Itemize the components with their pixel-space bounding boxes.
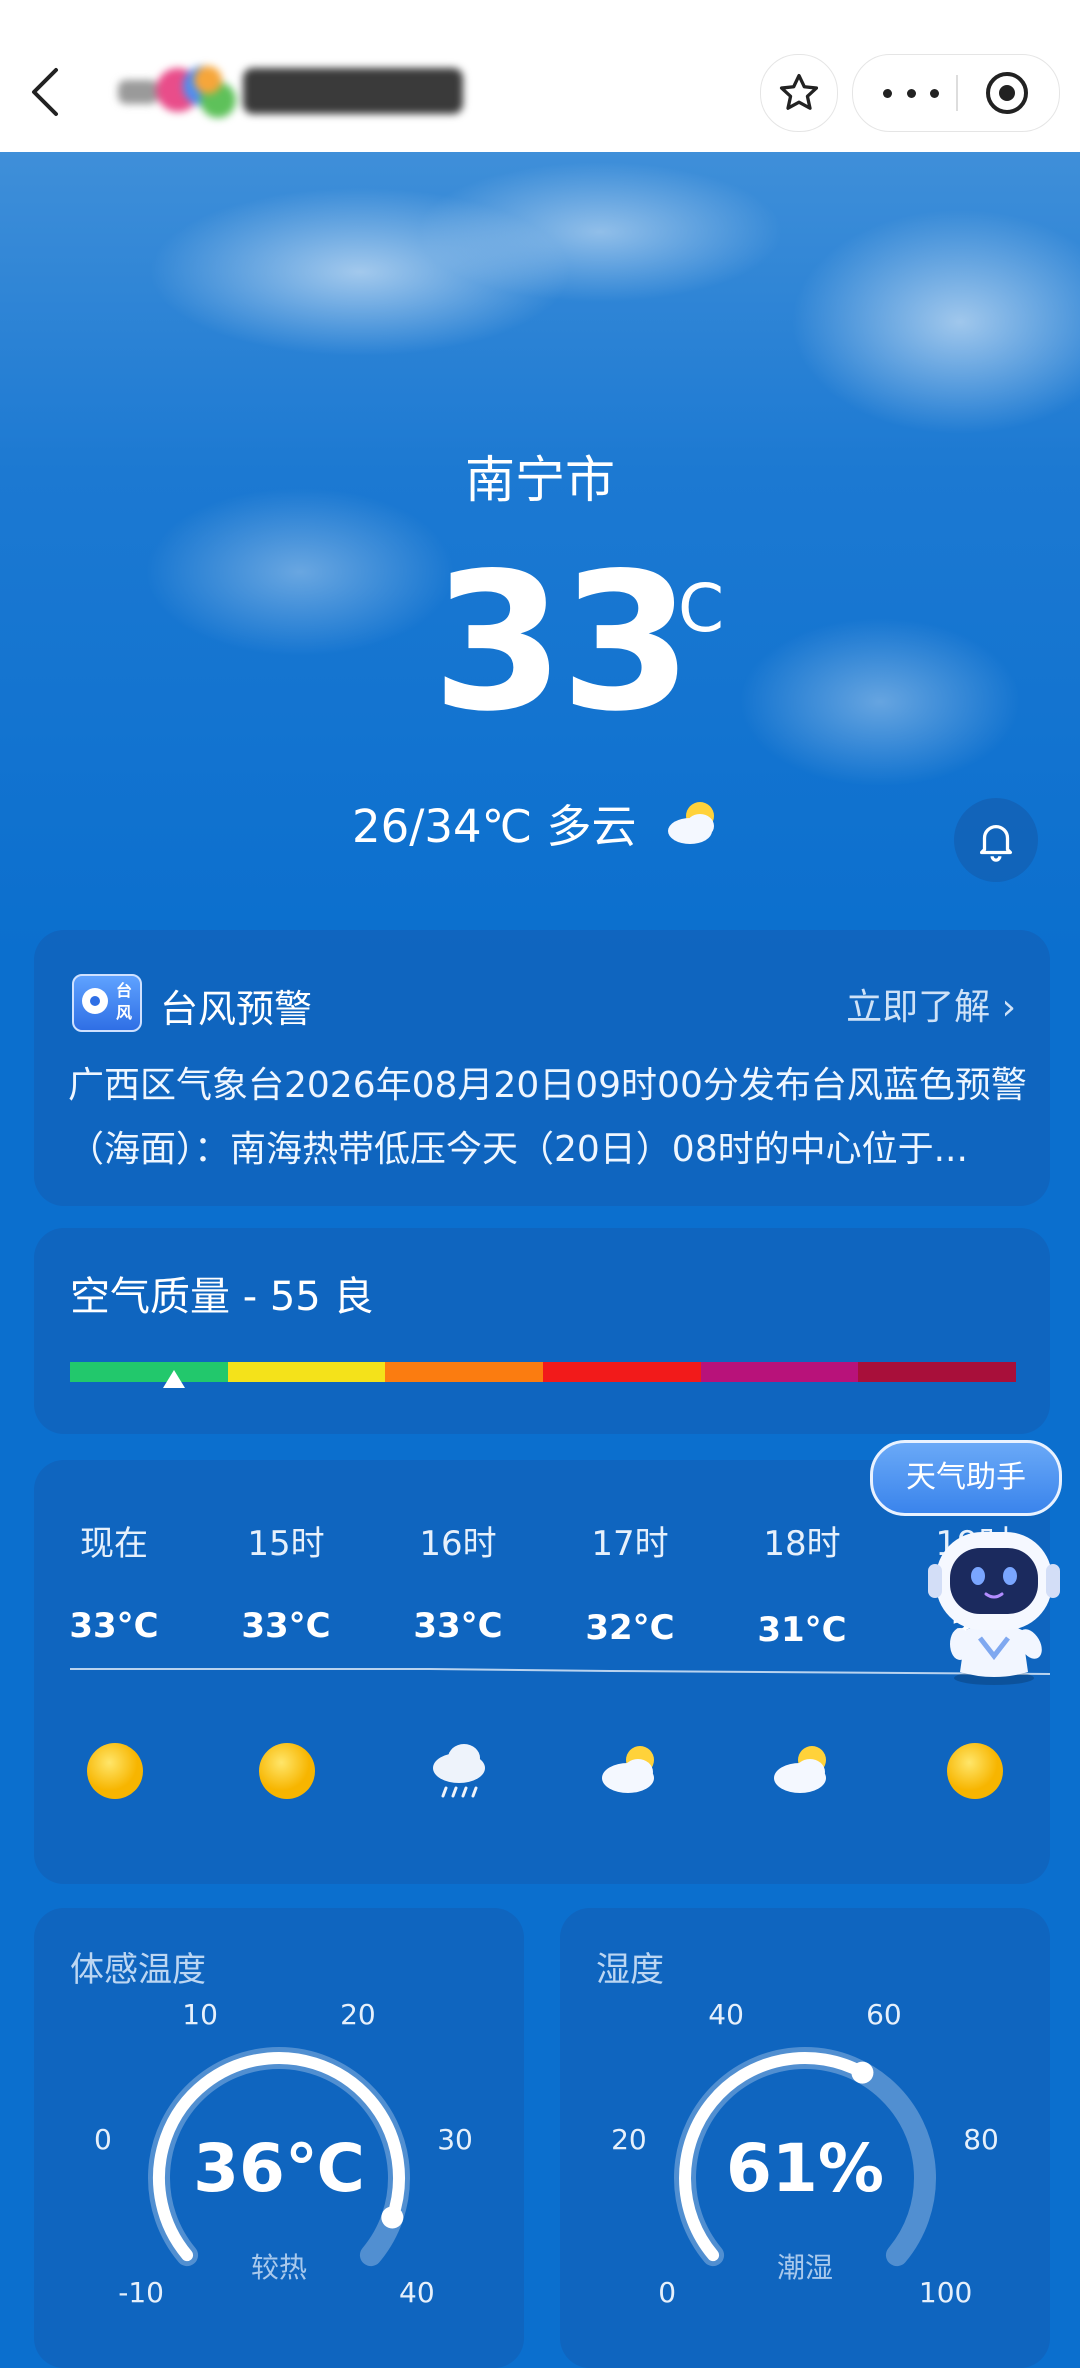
temperature-unit: °C: [645, 570, 725, 647]
aqi-segment: [543, 1362, 701, 1382]
humidity-card[interactable]: 湿度 61% 潮湿 0 20 40 60 80 100: [560, 1908, 1050, 2368]
gauge-tick-label: 100: [918, 2275, 973, 2309]
app-logo-icon: [118, 60, 468, 120]
gauge-tick-label: 80: [963, 2122, 999, 2156]
typhoon-warning-card[interactable]: 台风 台风预警 立即了解 › 广西区气象台2026年08月20日09时00分发布…: [34, 930, 1050, 1206]
gauge-tick-label: 20: [611, 2122, 647, 2156]
aqi-segment: [858, 1362, 1017, 1382]
hourly-temp: 32°C: [585, 1608, 675, 1648]
hourly-temp: 33°C: [69, 1606, 159, 1646]
hourly-time: 15时: [247, 1524, 325, 1564]
temperature-trend-line: [70, 1668, 1050, 1675]
gauge-tick-label: 40: [708, 1998, 744, 2032]
sun-icon: [84, 1740, 146, 1802]
gauge-knob: [851, 2061, 874, 2084]
air-quality-title: 空气质量 - 55 良: [70, 1274, 374, 1320]
air-quality-card[interactable]: 空气质量 - 55 良: [34, 1228, 1050, 1434]
more-icon[interactable]: [883, 75, 939, 111]
mini-program-capsule: [852, 54, 1060, 132]
aqi-segment: [70, 1362, 228, 1382]
gauge-tick-label: 30: [437, 2122, 473, 2156]
rain-cloud-icon: [428, 1740, 490, 1802]
capsule-divider: [956, 75, 958, 111]
robot-assistant-icon[interactable]: [920, 1518, 1062, 1688]
hourly-time: 现在: [80, 1524, 148, 1564]
gauge-tick-label: 10: [182, 1998, 218, 2032]
feels-like-card[interactable]: 体感温度 36℃ 较热 -10 0 10 20 30 40: [34, 1908, 524, 2368]
temperature-range: 26/34℃ 多云: [352, 800, 637, 853]
favorite-button[interactable]: [760, 54, 838, 132]
hourly-time: 16时: [419, 1524, 497, 1564]
hourly-temp: 33°C: [241, 1606, 331, 1646]
aqi-segment: [385, 1362, 544, 1382]
top-bar: [0, 0, 1080, 152]
feels-like-status: 较热: [250, 2251, 307, 2284]
hourly-temp: 31°C: [757, 1610, 847, 1650]
hourly-time: 17时: [591, 1524, 669, 1564]
sun-icon: [944, 1740, 1006, 1802]
gauge-tick-label: 20: [340, 1998, 376, 2032]
gauge-tick-label: 0: [94, 2122, 112, 2156]
back-icon[interactable]: [26, 64, 66, 120]
star-icon: [779, 73, 819, 110]
partly-cloudy-icon: [772, 1740, 834, 1802]
gauge-tick-label: 40: [399, 2275, 435, 2309]
air-quality-scale: [70, 1362, 1017, 1382]
sun-icon: [256, 1740, 318, 1802]
aqi-segment: [700, 1362, 859, 1382]
air-quality-marker: [163, 1370, 186, 1388]
gauge-knob: [381, 2206, 404, 2229]
app-title: [118, 60, 468, 120]
typhoon-badge-icon: 台风: [72, 974, 142, 1032]
hourly-time: 18时: [763, 1524, 841, 1564]
partly-cloudy-icon: [600, 1740, 662, 1802]
gauge-tick-label: 60: [866, 1998, 902, 2032]
aqi-segment: [227, 1362, 386, 1382]
close-target-icon[interactable]: [985, 71, 1029, 115]
weather-assistant-button[interactable]: 天气助手: [870, 1440, 1062, 1516]
gauge-tick-label: 0: [658, 2275, 677, 2309]
humidity-status: 潮湿: [776, 2251, 833, 2284]
warning-title: 台风预警: [160, 987, 313, 1031]
warning-text: 广西区气象台2026年08月20日09时00分发布台风蓝色预警（海面）：南海热带…: [68, 1065, 1027, 1170]
alert-bell-button[interactable]: [954, 798, 1038, 882]
partly-cloudy-icon: [664, 798, 722, 846]
city-name: 南宁市: [465, 451, 615, 509]
bell-icon: [979, 825, 1013, 862]
gauge-tick-label: -10: [118, 2275, 164, 2309]
hourly-temp: 33°C: [413, 1606, 503, 1646]
learn-more-link[interactable]: 立即了解 ›: [846, 978, 1016, 1030]
